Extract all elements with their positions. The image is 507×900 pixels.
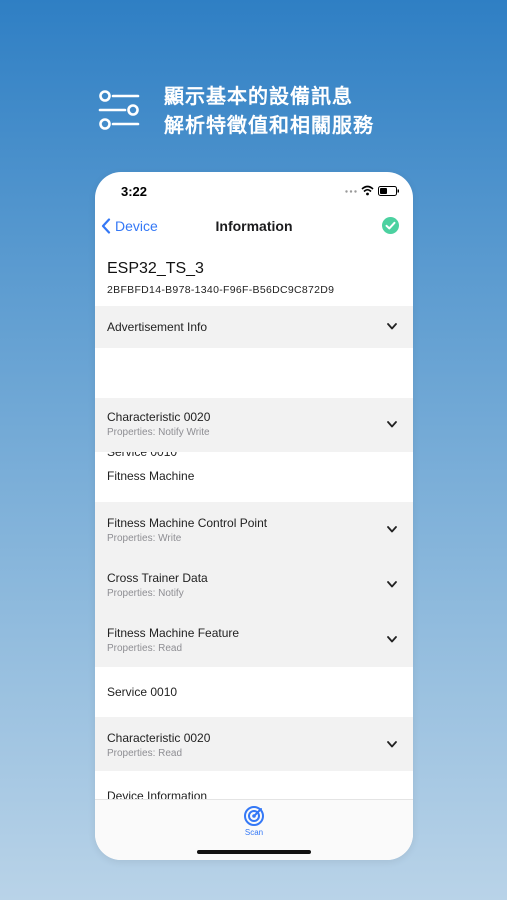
row-title: Advertisement Info [107, 320, 208, 334]
tab-scan-label[interactable]: Scan [95, 828, 413, 837]
fitness-machine-header: Fitness Machine [95, 452, 413, 502]
characteristic-properties: Properties: Notify Write [107, 427, 210, 438]
page-title: Information [215, 218, 293, 234]
hero-line-2: 解析特徵值和相關服務 [164, 113, 374, 137]
characteristic-row[interactable]: Characteristic 0020 Properties: Notify W… [95, 398, 413, 452]
tab-bar: Scan [95, 799, 413, 860]
signal-dots-icon [345, 190, 357, 193]
device-information-header: Device Information [95, 771, 413, 799]
wifi-icon [361, 185, 374, 196]
section-title: Service 0010 [107, 685, 178, 699]
characteristic-title: Characteristic 0020 [107, 731, 211, 745]
advertisement-info-row[interactable]: Advertisement Info [95, 306, 413, 348]
characteristic-properties: Properties: Write [107, 533, 182, 544]
characteristic-title: Fitness Machine Control Point [107, 516, 268, 530]
characteristic-row[interactable]: Fitness Machine Control Point Properties… [95, 502, 413, 557]
section-title: Fitness Machine [107, 469, 195, 483]
status-time: 3:22 [121, 184, 148, 199]
service-2-header: Service 0010 [95, 667, 413, 717]
characteristic-title: Fitness Machine Feature [107, 626, 240, 640]
device-name: ESP32_TS_3 [107, 260, 204, 277]
sliders-icon [98, 90, 140, 130]
characteristic-row[interactable]: Fitness Machine Feature Properties: Read [95, 612, 413, 667]
chevron-down-icon [387, 323, 397, 330]
characteristic-row[interactable]: Cross Trainer Data Properties: Notify [95, 557, 413, 612]
chevron-down-icon [387, 581, 397, 588]
check-circle-icon[interactable] [382, 217, 399, 234]
section-title: Device Information [107, 789, 208, 799]
battery-icon [378, 186, 399, 196]
status-bar: 3:22 [95, 172, 413, 208]
chevron-down-icon [387, 741, 397, 748]
hero-banner: 顯示基本的設備訊息 解析特徵值和相關服務 [98, 82, 418, 142]
hero-line-1: 顯示基本的設備訊息 [164, 84, 353, 108]
information-list[interactable]: ESP32_TS_3 2BFBFD14-B978-1340-F96F-B56DC… [95, 244, 413, 799]
home-indicator [197, 850, 311, 854]
service-1-title-row: Service 0010 [95, 348, 413, 459]
chevron-down-icon [387, 421, 397, 428]
characteristic-properties: Properties: Read [107, 748, 183, 759]
scan-radar-icon[interactable] [243, 805, 265, 827]
characteristic-row[interactable]: Characteristic 0020 Properties: Read [95, 717, 413, 771]
characteristic-properties: Properties: Read [107, 643, 183, 654]
navigation-bar: Device Information [95, 208, 413, 244]
characteristic-properties: Properties: Notify [107, 588, 184, 599]
characteristic-title: Cross Trainer Data [107, 571, 208, 585]
fitness-characteristics-group: Fitness Machine Control Point Properties… [95, 502, 413, 667]
device-uuid: 2BFBFD14-B978-1340-F96F-B56DC9C872D9 [107, 284, 335, 296]
hero-caption: 顯示基本的設備訊息 解析特徵值和相關服務 [164, 82, 374, 140]
chevron-down-icon [387, 526, 397, 533]
characteristic-title: Characteristic 0020 [107, 410, 211, 424]
phone-screen: 3:22 Device Information ESP32_TS_3 2BFBF… [95, 172, 413, 860]
chevron-down-icon [387, 636, 397, 643]
